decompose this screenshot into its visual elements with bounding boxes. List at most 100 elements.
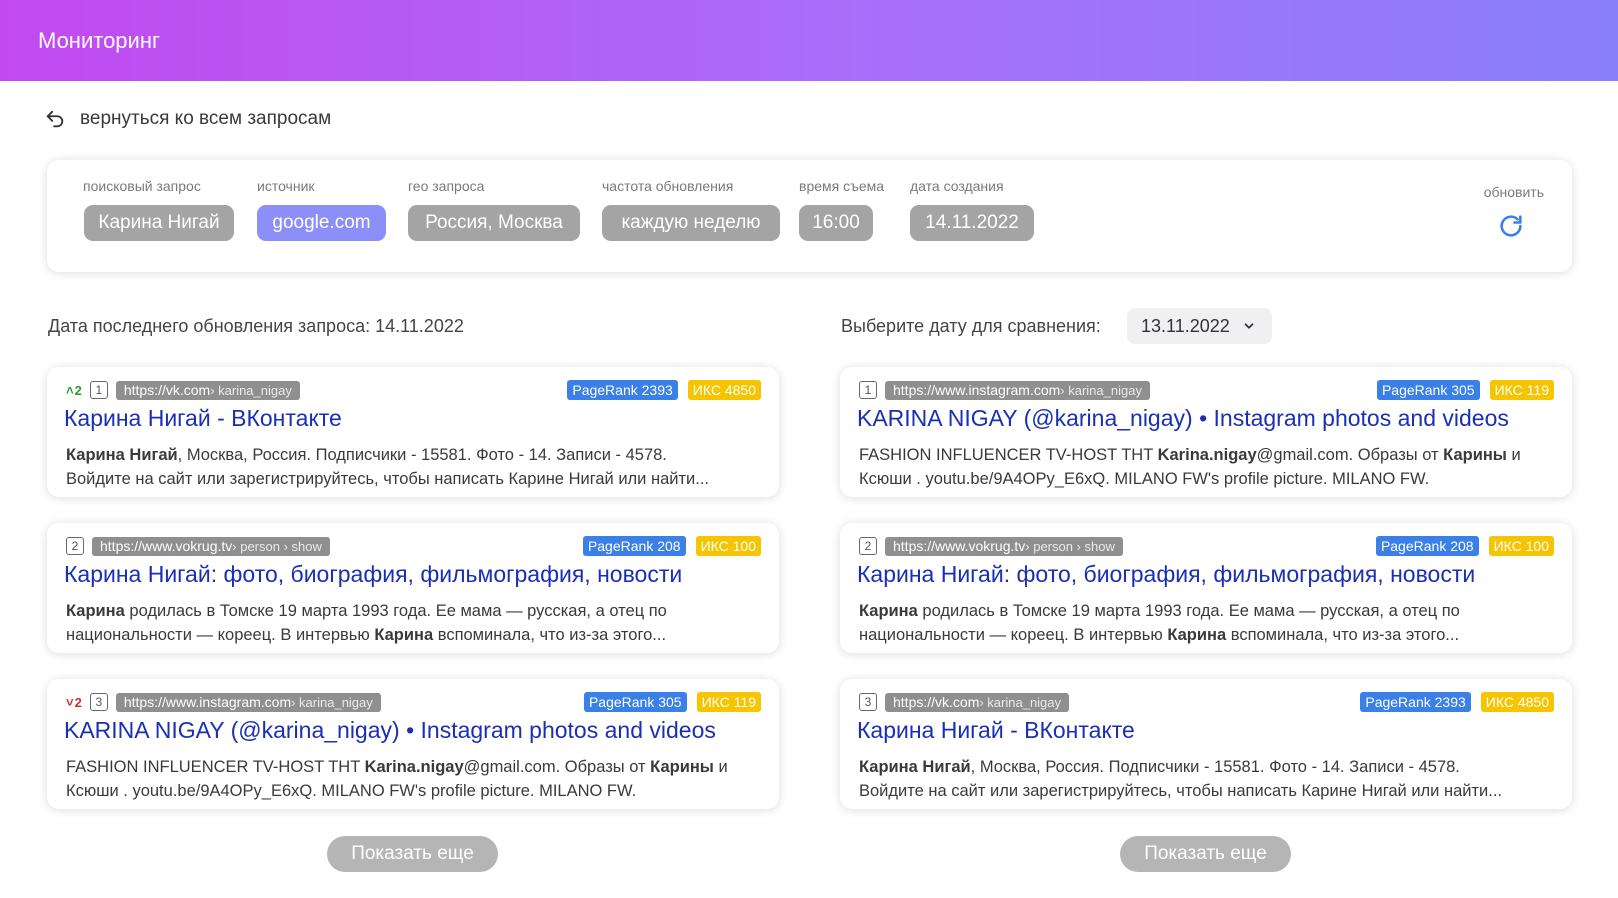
result-title-link[interactable]: KARINA NIGAY (@karina_nigay) • Instagram…: [64, 717, 716, 744]
result-url[interactable]: https://www.vokrug.tv › person › show: [885, 536, 1123, 556]
position-number: 1: [89, 381, 108, 399]
position-number: 1: [859, 381, 877, 399]
pagerank-badge: PageRank 305: [1376, 380, 1480, 400]
param-geo-label: гео запроса: [408, 178, 485, 194]
result-url[interactable]: https://vk.com › karina_nigay: [115, 380, 300, 400]
result-card: 1 https://www.instagram.com › karina_nig…: [840, 367, 1572, 497]
time-chip[interactable]: 16:00: [799, 205, 873, 241]
iks-badge: ИКС 4850: [687, 380, 761, 400]
param-geo: гео запроса: [408, 178, 484, 194]
frequency-chip[interactable]: каждую неделю: [602, 205, 780, 241]
param-source: источник: [257, 178, 315, 194]
url-domain: https://www.vokrug.tv: [100, 538, 233, 554]
result-meta: ˅ 2 3 https://www.instagram.com › karina_…: [66, 692, 381, 712]
param-created: дата создания: [910, 178, 1004, 194]
result-title-link[interactable]: Карина Нигай: фото, биография, фильмогра…: [64, 561, 682, 588]
source-chip[interactable]: google.com: [257, 205, 386, 241]
created-chip[interactable]: 14.11.2022: [910, 205, 1034, 241]
result-meta: ˄ 2 1 https://vk.com › karina_nigay: [66, 380, 300, 400]
result-badges: PageRank 2393 ИКС 4850: [1360, 692, 1554, 712]
result-title-link[interactable]: KARINA NIGAY (@karina_nigay) • Instagram…: [857, 405, 1509, 432]
result-badges: PageRank 305 ИКС 119: [583, 692, 761, 712]
undo-icon: [44, 108, 66, 130]
result-badges: PageRank 208 ИКС 100: [1375, 536, 1554, 556]
result-badges: PageRank 208 ИКС 100: [582, 536, 761, 556]
pagerank-badge: PageRank 305: [583, 692, 687, 712]
iks-badge: ИКС 100: [1488, 536, 1554, 556]
param-time-label: время съема: [799, 178, 885, 194]
show-more-button-left[interactable]: Показать еще: [327, 836, 498, 872]
position-number: 3: [859, 693, 877, 711]
result-snippet: Карина родилась в Томске 19 марта 1993 г…: [859, 602, 1460, 644]
url-domain: https://vk.com: [123, 382, 211, 398]
result-card: 2 https://www.vokrug.tv › person › show …: [47, 523, 779, 653]
app-header: Мониторинг: [0, 0, 1618, 81]
refresh-icon[interactable]: [1497, 212, 1525, 240]
result-snippet: Карина Нигай, Москва, Россия. Подписчики…: [66, 446, 710, 488]
param-frequency: частота обновления: [602, 178, 733, 194]
geo-chip[interactable]: Россия, Москва: [408, 205, 580, 241]
result-title-link[interactable]: Карина Нигай - ВКонтакте: [857, 717, 1135, 744]
result-title-link[interactable]: Карина Нигай: фото, биография, фильмогра…: [857, 561, 1475, 588]
back-link-label: вернуться ко всем запросам: [80, 108, 332, 129]
result-card: 2 https://www.vokrug.tv › person › show …: [840, 523, 1572, 653]
app-title: Мониторинг: [38, 27, 161, 53]
param-time: время съема: [799, 178, 884, 194]
url-domain: https://www.instagram.com: [893, 382, 1061, 398]
result-meta: 3 https://vk.com › karina_nigay: [859, 692, 1070, 712]
result-url[interactable]: https://www.instagram.com › karina_nigay: [115, 692, 381, 712]
url-path: › karina_nigay: [1060, 382, 1142, 398]
url-path: › person › show: [1025, 538, 1115, 554]
query-params-card: поисковый запрос Карина Нигай источник g…: [47, 160, 1572, 272]
pagerank-badge: PageRank 208: [582, 536, 686, 556]
iks-badge: ИКС 119: [696, 692, 761, 712]
refresh-label: обновить: [1483, 184, 1544, 200]
show-more-button-right[interactable]: Показать еще: [1120, 836, 1291, 872]
result-snippet: Карина Нигай, Москва, Россия. Подписчики…: [859, 758, 1503, 800]
result-url[interactable]: https://vk.com › karina_nigay: [885, 692, 1070, 712]
result-card: 3 https://vk.com › karina_nigay PageRank…: [840, 679, 1572, 809]
result-badges: PageRank 2393 ИКС 4850: [567, 380, 761, 400]
param-query-label: поисковый запрос: [83, 178, 201, 194]
url-domain: https://www.vokrug.tv: [893, 538, 1026, 554]
back-to-queries-link[interactable]: вернуться ко всем запросам: [44, 104, 331, 134]
result-card: ˅ 2 3 https://www.instagram.com › karina_…: [47, 679, 779, 809]
result-snippet: FASHION INFLUENCER TV-HOST THT Karina.ni…: [66, 758, 728, 800]
param-frequency-label: частота обновления: [602, 178, 734, 194]
position-change-down: ˅ 2: [66, 694, 82, 710]
result-meta: 1 https://www.instagram.com › karina_nig…: [859, 380, 1150, 400]
position-number: 2: [66, 537, 84, 555]
position-change-up: ˄ 2: [66, 382, 82, 398]
arrow-up-icon: ˄: [66, 382, 74, 398]
param-query: поисковый запрос: [83, 178, 201, 194]
compare-date-value: 13.11.2022: [1141, 315, 1230, 336]
position-number: 2: [859, 537, 877, 555]
iks-badge: ИКС 4850: [1480, 692, 1554, 712]
pagerank-badge: PageRank 2393: [1360, 692, 1471, 712]
result-badges: PageRank 305 ИКС 119: [1376, 380, 1554, 400]
chevron-down-icon: [1242, 319, 1256, 333]
iks-badge: ИКС 119: [1489, 380, 1554, 400]
compare-date-label: Выберите дату для сравнения:: [841, 316, 1101, 336]
url-path: › person › show: [232, 538, 322, 554]
param-source-label: источник: [257, 178, 315, 194]
url-domain: https://www.instagram.com: [123, 694, 292, 710]
url-domain: https://vk.com: [893, 694, 980, 710]
compare-date-select[interactable]: 13.11.2022: [1127, 308, 1272, 344]
last-update-text: Дата последнего обновления запроса: 14.1…: [48, 316, 464, 336]
param-created-label: дата создания: [910, 178, 1004, 194]
url-path: › karina_nigay: [291, 694, 373, 710]
url-path: › karina_nigay: [979, 694, 1062, 710]
pagerank-badge: PageRank 2393: [567, 380, 678, 400]
result-snippet: Карина родилась в Томске 19 марта 1993 г…: [66, 602, 667, 644]
url-path: › karina_nigay: [210, 382, 292, 398]
result-meta: 2 https://www.vokrug.tv › person › show: [66, 536, 330, 556]
arrow-down-icon: ˅: [66, 694, 74, 710]
result-title-link[interactable]: Карина Нигай - ВКонтакте: [64, 405, 342, 432]
result-meta: 2 https://www.vokrug.tv › person › show: [859, 536, 1123, 556]
position-number: 3: [89, 693, 108, 711]
result-url[interactable]: https://www.vokrug.tv › person › show: [92, 536, 330, 556]
iks-badge: ИКС 100: [695, 536, 761, 556]
query-chip[interactable]: Карина Нигай: [84, 205, 234, 241]
result-url[interactable]: https://www.instagram.com › karina_nigay: [885, 380, 1150, 400]
